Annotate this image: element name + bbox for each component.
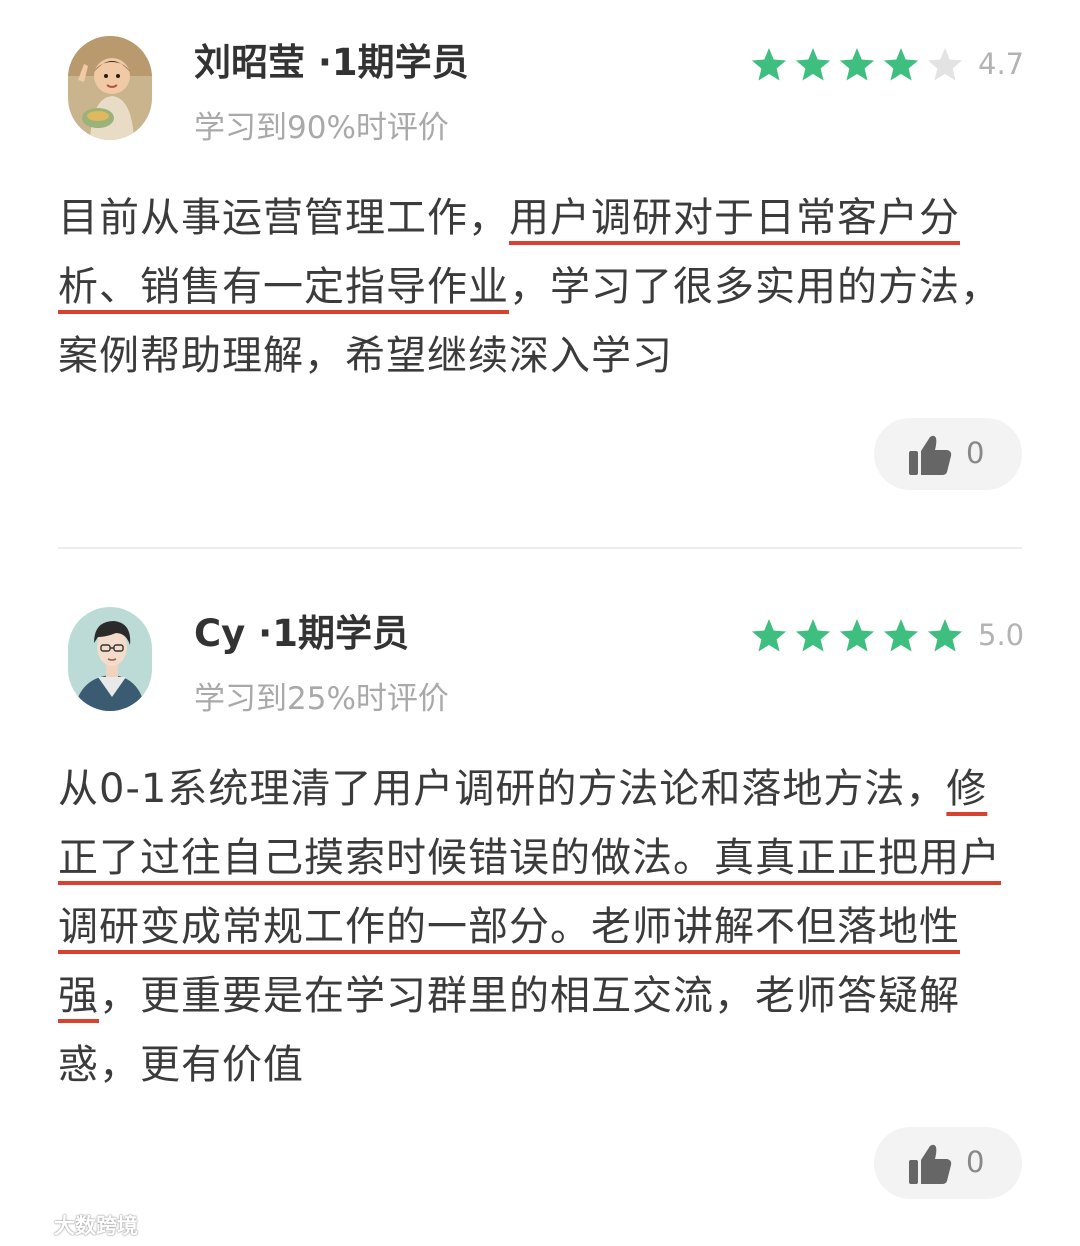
- study-progress: 学习到25%时评价: [194, 681, 449, 717]
- star-icon: [883, 619, 919, 652]
- avatar[interactable]: [68, 607, 152, 711]
- review-text: 从0-1系统理清了用户调研的方法论和落地方法，修正了过往自己摸索时候错误的做法。…: [58, 755, 1018, 1100]
- review-card: Cy ·1期学员 学习到25%时评价 5.0 从0-1系统理清了用户调研的方法论…: [0, 549, 1080, 1246]
- avatar[interactable]: [68, 36, 152, 140]
- like-count: 0: [966, 436, 985, 470]
- reviewer-name: Cy ·1期学员: [194, 612, 409, 655]
- like-button[interactable]: 0: [874, 418, 1022, 490]
- star-icon: [751, 619, 787, 652]
- watermark-logo-icon: [10, 1214, 49, 1235]
- star-icon: [927, 48, 963, 81]
- thumbs-up-icon: [909, 1144, 952, 1184]
- reviewer-name: 刘昭莹 ·1期学员: [194, 41, 469, 84]
- review-text-plain: 目前从事运营管理工作，: [58, 195, 509, 241]
- rating-value: 5.0: [978, 618, 1025, 652]
- like-button[interactable]: 0: [874, 1127, 1022, 1199]
- star-icon: [883, 48, 919, 81]
- star-icon: [795, 619, 831, 652]
- review-text-plain: 从0-1系统理清了用户调研的方法论和落地方法，: [58, 766, 947, 812]
- star-icon: [839, 619, 875, 652]
- star-icon: [927, 619, 963, 652]
- watermark-text: 大数跨境: [54, 1214, 138, 1238]
- star-rating: [750, 46, 970, 86]
- star-icon: [839, 48, 875, 81]
- review-text: 目前从事运营管理工作，用户调研对于日常客户分析、销售有一定指导作业，学习了很多实…: [58, 184, 1018, 391]
- review-card: 刘昭莹 ·1期学员 学习到90%时评价 4.7 目前从事运营管理工作，用户调研对…: [0, 0, 1080, 548]
- review-text-plain: ，更重要是在学习群里的相互交流，老师答疑解惑，更有价值: [58, 973, 960, 1088]
- study-progress: 学习到90%时评价: [194, 110, 449, 146]
- thumbs-up-icon: [909, 435, 952, 475]
- star-icon: [795, 48, 831, 81]
- star-icon: [751, 48, 787, 81]
- rating-value: 4.7: [978, 47, 1025, 81]
- like-count: 0: [966, 1145, 985, 1179]
- watermark: 大数跨境: [8, 1208, 138, 1242]
- star-rating: [750, 617, 970, 657]
